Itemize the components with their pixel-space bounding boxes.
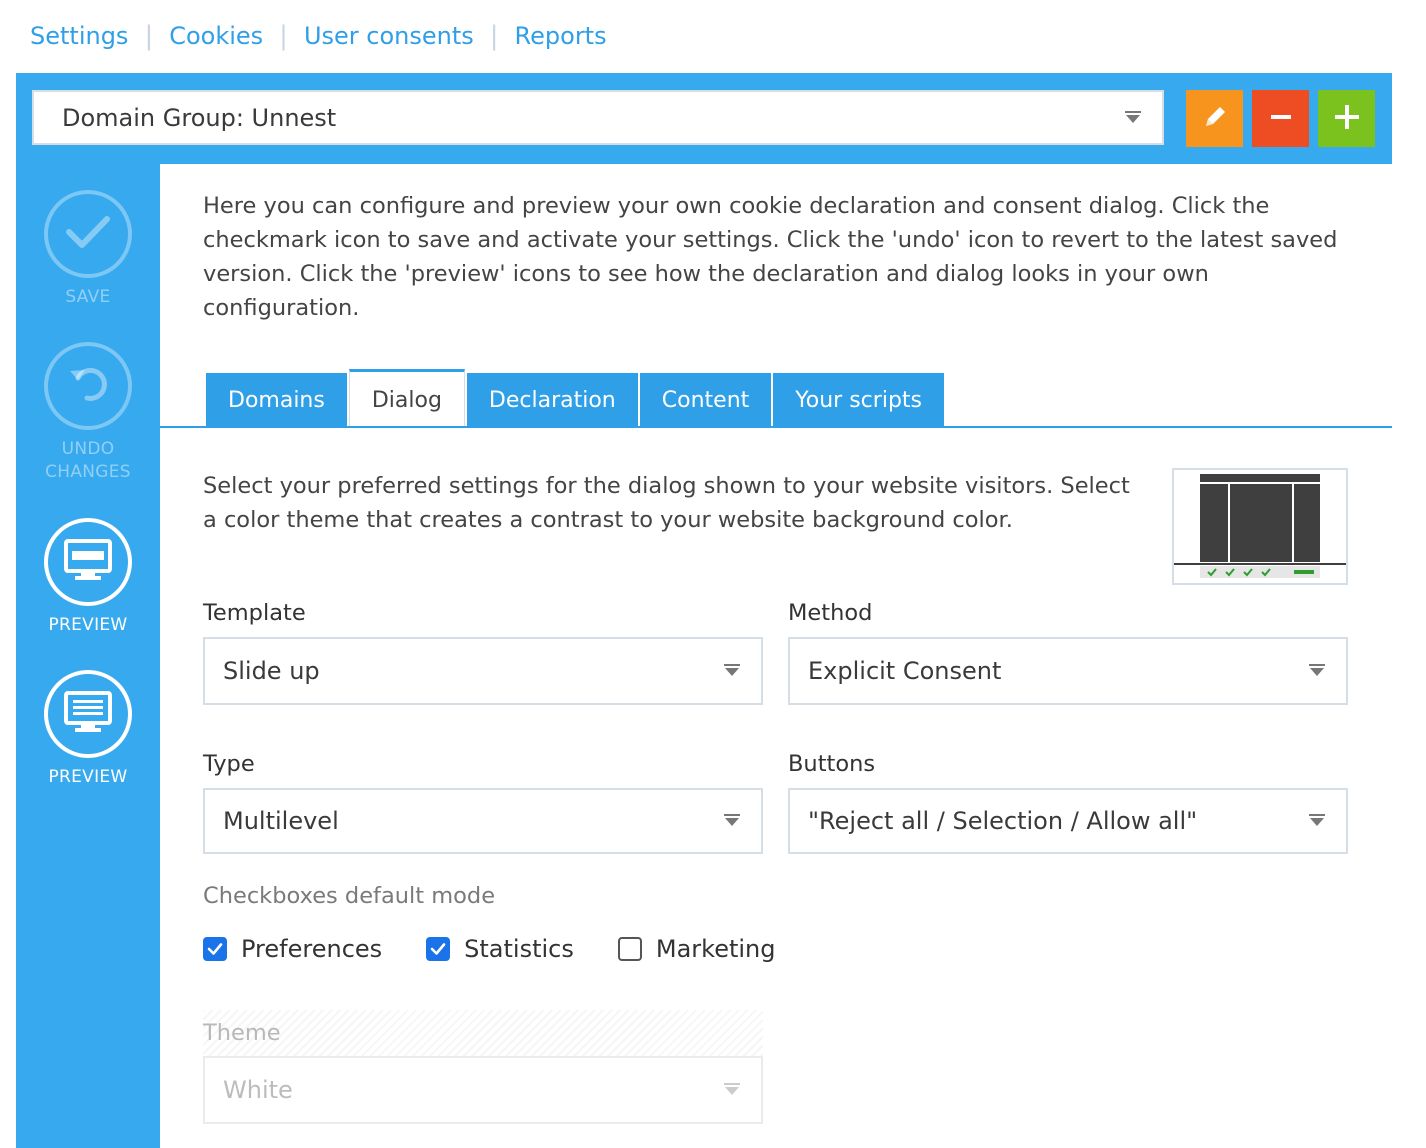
tab-declaration[interactable]: Declaration	[466, 373, 638, 428]
undo-label: UNDO CHANGES	[45, 438, 131, 484]
edit-button[interactable]	[1186, 90, 1243, 147]
checkmark-icon	[63, 212, 113, 256]
minus-icon	[1269, 105, 1293, 133]
remove-button[interactable]	[1252, 90, 1309, 147]
buttons-value: "Reject all / Selection / Allow all"	[808, 807, 1198, 835]
theme-value: White	[223, 1076, 293, 1104]
statistics-label: Statistics	[464, 935, 574, 963]
monitor-lines-icon	[63, 690, 113, 738]
caret-icon	[1308, 664, 1326, 678]
type-select[interactable]: Multilevel	[203, 788, 763, 854]
marketing-checkbox[interactable]: Marketing	[617, 935, 776, 963]
tab-your-scripts[interactable]: Your scripts	[773, 373, 944, 428]
nav-reports[interactable]: Reports	[515, 22, 607, 50]
checkbox-checked-icon[interactable]	[203, 937, 227, 961]
content-area: Here you can configure and preview your …	[160, 164, 1392, 1148]
save-button[interactable]: SAVE	[16, 190, 160, 309]
theme-label: Theme	[203, 1020, 281, 1046]
caret-icon	[723, 814, 741, 828]
undo-icon	[63, 359, 113, 413]
caret-icon	[723, 1083, 741, 1097]
top-nav: Settings | Cookies | User consents | Rep…	[30, 16, 607, 56]
tab-dialog[interactable]: Dialog	[348, 369, 465, 428]
nav-separator: |	[489, 21, 499, 51]
intro-text: Here you can configure and preview your …	[203, 193, 1338, 321]
nav-user-consents[interactable]: User consents	[304, 22, 474, 50]
preview-ring	[44, 518, 132, 606]
checkbox-group: Preferences Statistics Marketing	[203, 935, 820, 963]
method-value: Explicit Consent	[808, 657, 1002, 685]
checkboxes-default-mode-label: Checkboxes default mode	[203, 883, 496, 909]
type-label: Type	[203, 751, 255, 777]
monitor-icon	[63, 538, 113, 586]
buttons-select[interactable]: "Reject all / Selection / Allow all"	[788, 788, 1348, 854]
caret-icon	[1124, 110, 1142, 125]
pencil-icon	[1201, 103, 1229, 135]
preferences-label: Preferences	[241, 935, 383, 963]
method-select[interactable]: Explicit Consent	[788, 637, 1348, 705]
template-label: Template	[203, 600, 306, 626]
undo-label-line1: UNDO	[61, 439, 115, 459]
caret-icon	[723, 664, 741, 678]
statistics-checkbox[interactable]: Statistics	[426, 935, 574, 963]
theme-label-area: Theme	[203, 1010, 763, 1056]
theme-select[interactable]: White	[203, 1056, 763, 1124]
preview-declaration-button[interactable]: PREVIEW	[16, 670, 160, 789]
nav-settings[interactable]: Settings	[30, 22, 128, 50]
undo-ring	[44, 342, 132, 430]
checkbox-checked-icon[interactable]	[426, 937, 451, 961]
dialog-description: Select your preferred settings for the d…	[203, 473, 1130, 533]
type-value: Multilevel	[223, 807, 339, 835]
method-label: Method	[788, 600, 873, 626]
save-ring	[44, 190, 132, 278]
main-panel: Domain Group: Unnest SAVE UNDO CHANGES P…	[16, 73, 1392, 1148]
preview-label: PREVIEW	[48, 615, 128, 635]
save-label: SAVE	[65, 287, 111, 307]
marketing-label: Marketing	[655, 935, 776, 963]
nav-separator: |	[279, 21, 288, 51]
nav-cookies[interactable]: Cookies	[169, 22, 263, 50]
add-button[interactable]	[1318, 90, 1375, 147]
buttons-label: Buttons	[788, 751, 876, 777]
caret-icon	[1308, 814, 1326, 828]
tab-bar: Domains Dialog Declaration Content Your …	[206, 369, 946, 428]
domain-group-select[interactable]: Domain Group: Unnest	[32, 90, 1164, 145]
plus-icon	[1333, 103, 1361, 135]
preview-dialog-button[interactable]: PREVIEW	[16, 518, 160, 637]
dialog-preview-thumbnail	[1172, 468, 1348, 585]
tab-divider	[160, 426, 1392, 428]
checkbox-unchecked-icon[interactable]	[617, 937, 642, 961]
tab-domains[interactable]: Domains	[206, 373, 347, 428]
preview-label: PREVIEW	[48, 767, 128, 787]
tab-content[interactable]: Content	[639, 373, 772, 428]
domain-group-value: Domain Group: Unnest	[62, 103, 337, 132]
template-select[interactable]: Slide up	[203, 637, 763, 705]
undo-changes-button[interactable]: UNDO CHANGES	[16, 342, 160, 484]
nav-separator: |	[144, 21, 154, 51]
undo-label-line2: CHANGES	[45, 462, 131, 482]
preferences-checkbox[interactable]: Preferences	[203, 935, 382, 963]
template-value: Slide up	[223, 657, 320, 685]
preview-ring	[44, 670, 132, 758]
